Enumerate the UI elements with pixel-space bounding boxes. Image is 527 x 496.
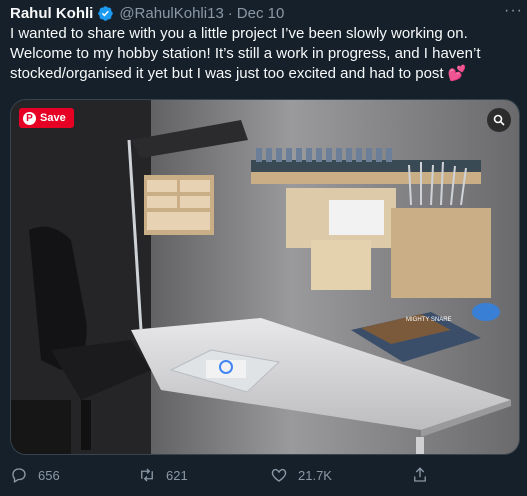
author-handle[interactable]: @RahulKohli13: [119, 5, 223, 22]
tweet-body: I wanted to share with you a little proj…: [10, 25, 481, 82]
retweet-count: 621: [166, 467, 188, 483]
reply-button[interactable]: 656: [10, 466, 60, 484]
share-icon: [414, 467, 426, 482]
heart-emoji: 💕: [447, 65, 467, 82]
tweet-actions: 656 621 21.7K: [0, 466, 527, 490]
save-label: Save: [40, 112, 66, 124]
reply-count: 656: [38, 467, 60, 483]
separator-dot: ·: [227, 4, 233, 22]
tweet-date[interactable]: Dec 10: [237, 5, 285, 22]
reply-icon: [12, 468, 26, 483]
lens-search-icon: [493, 114, 505, 126]
author-name[interactable]: Rahul Kohli: [10, 5, 93, 22]
more-options-icon[interactable]: ···: [504, 2, 523, 20]
tweet-photo[interactable]: MIGHTY SNARE P Save: [10, 99, 520, 455]
like-button[interactable]: 21.7K: [270, 466, 332, 484]
tweet-header: Rahul Kohli @RahulKohli13 · Dec 10: [10, 2, 517, 24]
retweet-button[interactable]: 621: [138, 466, 188, 484]
like-count: 21.7K: [298, 467, 332, 483]
book-title-text: MIGHTY SNARE: [406, 317, 452, 323]
retweet-icon: [141, 468, 153, 482]
tweet-text: I wanted to share with you a little proj…: [10, 24, 520, 84]
pinterest-icon: P: [23, 111, 36, 125]
hobby-station-photo: MIGHTY SNARE: [11, 100, 519, 454]
verified-badge-icon: [97, 5, 114, 22]
share-button[interactable]: [411, 466, 429, 484]
visual-search-button[interactable]: [487, 108, 511, 132]
pinterest-save-button[interactable]: P Save: [19, 108, 74, 128]
heart-icon: [271, 468, 287, 482]
